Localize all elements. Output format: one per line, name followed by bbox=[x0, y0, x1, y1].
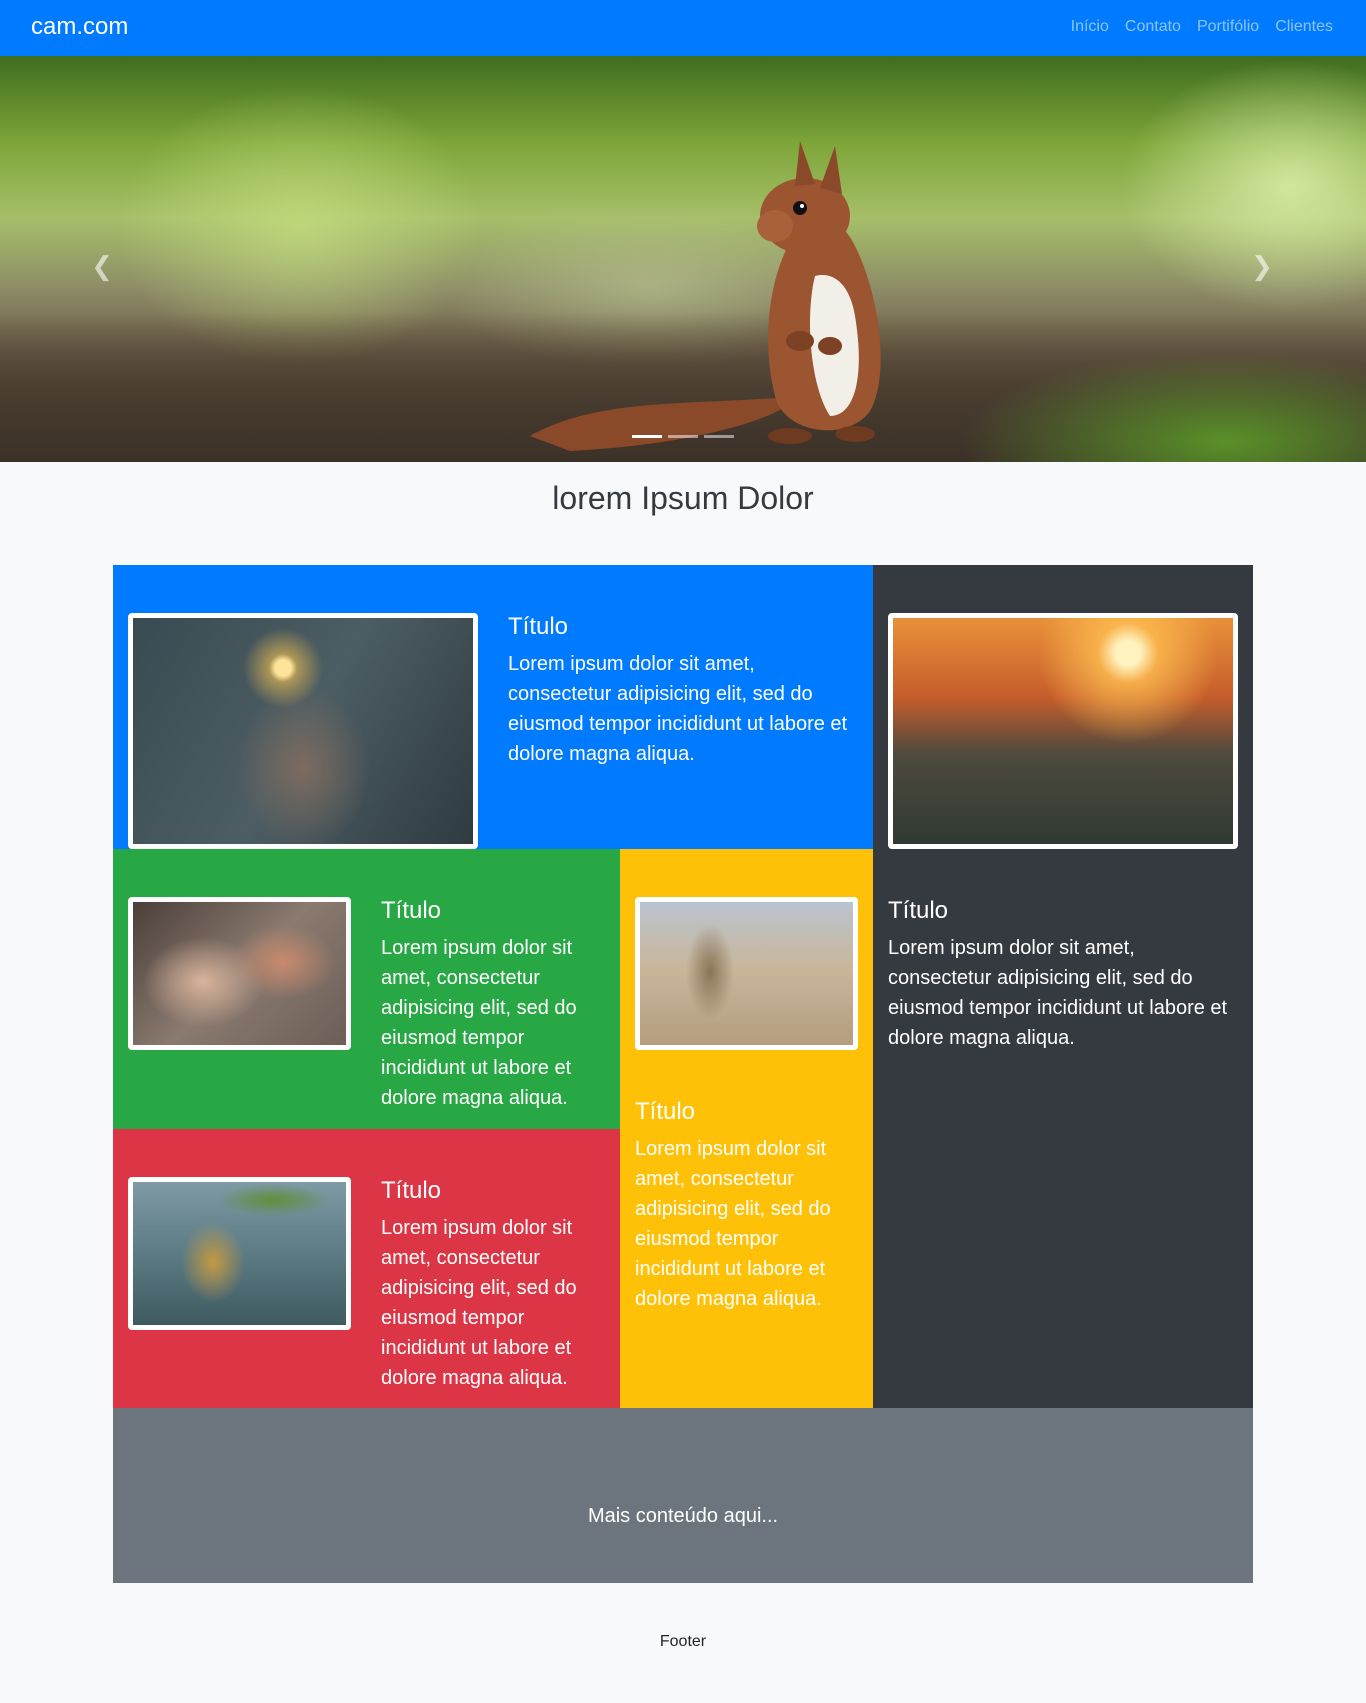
squirrel-image bbox=[530, 141, 881, 451]
chevron-left-icon: ❮ bbox=[91, 250, 113, 281]
card-text: Lorem ipsum dolor sit amet, consectetur … bbox=[381, 1217, 577, 1389]
feature-block-green: Título Lorem ipsum dolor sit amet, conse… bbox=[113, 849, 620, 1129]
more-content-block: Mais conteúdo aqui... bbox=[113, 1408, 1253, 1583]
sparkler-image bbox=[128, 613, 478, 849]
card-text: Lorem ipsum dolor sit amet, consectetur … bbox=[635, 1138, 831, 1310]
card-text: Lorem ipsum dolor sit amet, consectetur … bbox=[888, 937, 1228, 1049]
children-rain-image bbox=[128, 1177, 351, 1330]
feature-block-red: Título Lorem ipsum dolor sit amet, conse… bbox=[113, 1129, 620, 1408]
feature-block-blue: Título Lorem ipsum dolor sit amet, conse… bbox=[113, 565, 873, 849]
nav-link-inicio[interactable]: Início bbox=[1071, 17, 1109, 37]
feature-block-dark: Título Lorem ipsum dolor sit amet, conse… bbox=[873, 565, 1253, 1408]
soldier-child-image bbox=[635, 897, 858, 1050]
feature-block-yellow: Título Lorem ipsum dolor sit amet, conse… bbox=[620, 849, 873, 1408]
page-title: lorem Ipsum Dolor bbox=[552, 480, 814, 516]
nav-link-contato[interactable]: Contato bbox=[1125, 17, 1181, 37]
carousel-indicators bbox=[0, 435, 1366, 438]
carousel-next-button[interactable]: ❯ bbox=[1242, 246, 1282, 286]
carousel-indicator[interactable] bbox=[632, 435, 662, 438]
chevron-right-icon: ❯ bbox=[1251, 250, 1273, 281]
hero-carousel: ❮ ❯ bbox=[0, 56, 1366, 462]
nav-link-clientes[interactable]: Clientes bbox=[1275, 17, 1333, 37]
card-text: Lorem ipsum dolor sit amet, consectetur … bbox=[381, 937, 577, 1109]
card-title: Título bbox=[888, 897, 949, 924]
carousel-prev-button[interactable]: ❮ bbox=[82, 246, 122, 286]
more-content-text: Mais conteúdo aqui... bbox=[587, 1505, 779, 1527]
carousel-indicator[interactable] bbox=[704, 435, 734, 438]
brand-link[interactable]: cam.com bbox=[31, 13, 128, 41]
navbar: cam.com Início Contato Portifólio Client… bbox=[0, 0, 1366, 56]
nav-links: Início Contato Portifólio Clientes bbox=[1071, 17, 1333, 37]
card-title: Título bbox=[381, 1177, 442, 1204]
footer: Footer bbox=[659, 1633, 707, 1650]
card-title: Título bbox=[635, 1098, 696, 1125]
card-title: Título bbox=[508, 613, 569, 640]
card-title: Título bbox=[381, 897, 442, 924]
father-baby-image bbox=[128, 897, 351, 1050]
children-sunset-image bbox=[888, 613, 1238, 849]
carousel-indicator[interactable] bbox=[668, 435, 698, 438]
card-text: Lorem ipsum dolor sit amet, consectetur … bbox=[508, 653, 848, 765]
nav-link-portifolio[interactable]: Portifólio bbox=[1197, 17, 1259, 37]
